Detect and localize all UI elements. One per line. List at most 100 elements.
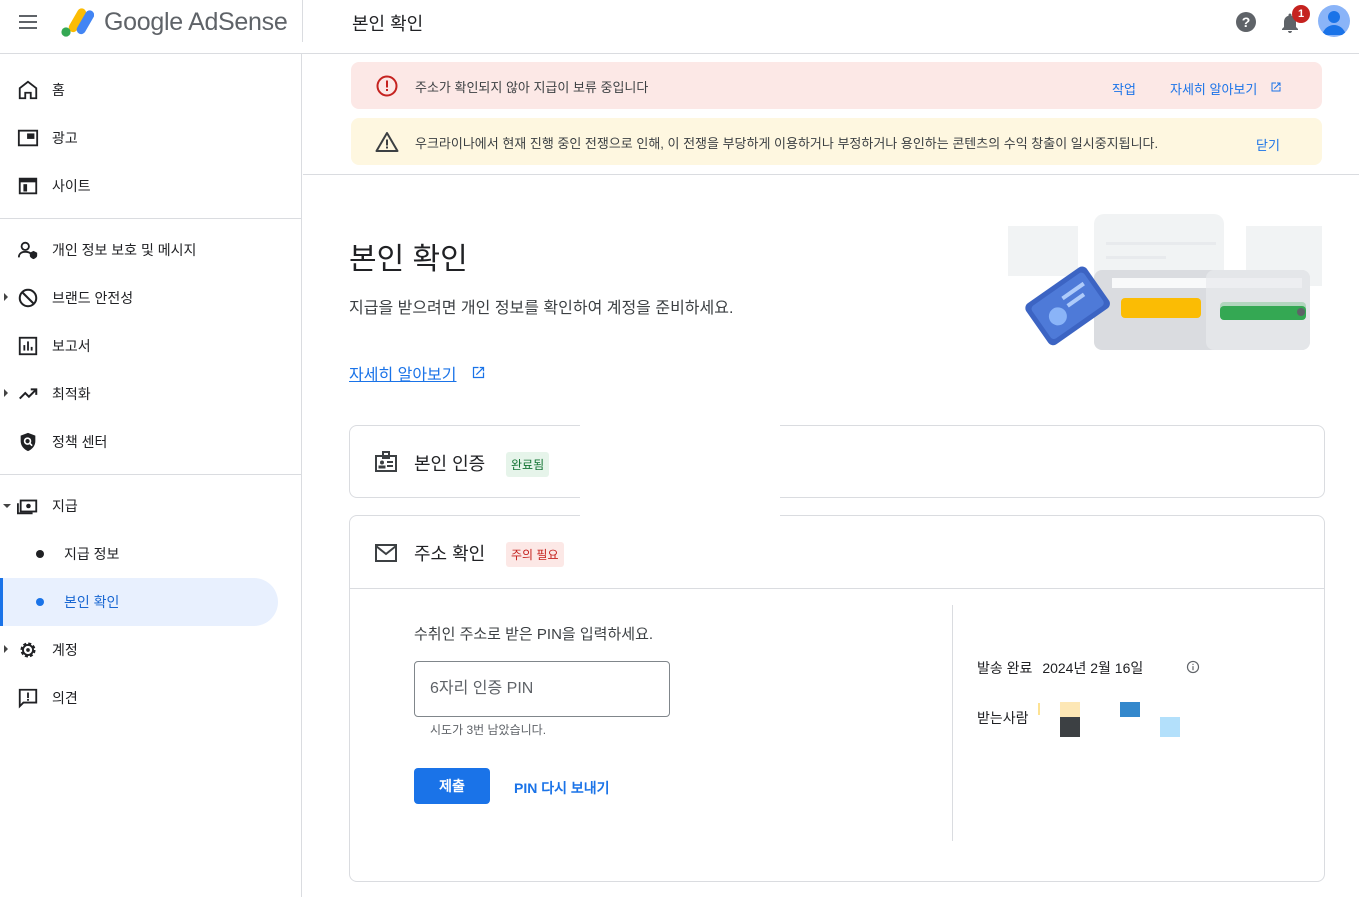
status-badge: 완료됨	[506, 452, 550, 477]
close-button[interactable]: 닫기	[1256, 135, 1280, 154]
collapse-caret-icon	[3, 504, 11, 508]
sidebar-item-label: 지급	[52, 498, 78, 514]
pin-prompt: 수취인 주소로 받은 PIN을 입력하세요.	[414, 626, 654, 643]
page-title-header: 본인 확인	[352, 14, 424, 34]
redacted-block	[1160, 717, 1180, 737]
ads-icon	[17, 129, 39, 147]
top-app-bar: Google AdSense 본인 확인 ? 1	[0, 0, 1359, 54]
sidebar-divider	[0, 218, 301, 219]
expand-caret-icon	[4, 293, 8, 301]
sidebar-item-payment-info[interactable]: 지급 정보	[0, 530, 278, 578]
expand-caret-icon	[4, 389, 8, 397]
sent-date: 2024년 2월 16일	[1042, 660, 1144, 676]
menu-button[interactable]	[14, 10, 44, 34]
open-in-new-icon	[1271, 82, 1281, 92]
sidebar-item-label: 보고서	[52, 338, 91, 354]
open-in-new-icon	[472, 366, 485, 379]
warning-icon	[375, 132, 399, 152]
learn-more-link[interactable]: 자세히 알아보기	[1170, 79, 1257, 98]
privacy-user-icon	[17, 241, 38, 260]
page-description: 지급을 받으려면 개인 정보를 확인하여 계정을 준비하세요.	[349, 300, 734, 317]
sidebar-item-label: 최적화	[52, 386, 91, 402]
sidebar-item-brand-safety[interactable]: 브랜드 안전성	[0, 274, 278, 322]
error-icon	[376, 75, 398, 97]
feedback-icon	[18, 688, 38, 709]
sidebar-item-sites[interactable]: 사이트	[0, 162, 278, 210]
sidebar-item-label: 지급 정보	[64, 546, 120, 562]
redacted-block	[1060, 717, 1080, 737]
bullet-icon	[36, 550, 44, 558]
expand-caret-icon	[4, 645, 8, 653]
sidebar-item-label: 정책 센터	[52, 434, 108, 450]
app-name: Google AdSense	[104, 7, 288, 36]
sidebar-item-label: 의견	[52, 690, 78, 706]
sidebar-item-home[interactable]: 홈	[0, 66, 278, 114]
sidebar-item-label: 사이트	[52, 178, 91, 194]
mail-icon	[375, 544, 397, 562]
warning-banner: 우크라이나에서 현재 진행 중인 전쟁으로 인해, 이 전쟁을 부당하게 이용하…	[351, 118, 1322, 165]
payment-hold-banner: 주소가 확인되지 않아 지급이 보류 중입니다 작업 자세히 알아보기	[351, 62, 1322, 109]
content-divider	[303, 174, 1359, 175]
redacted-block	[1060, 702, 1080, 717]
block-icon	[18, 288, 38, 308]
vertical-divider	[952, 605, 953, 841]
sidebar-item-optimization[interactable]: 최적화	[0, 370, 278, 418]
home-icon	[18, 80, 38, 100]
sidebar-item-label: 개인 정보 보호 및 메시지	[52, 242, 197, 258]
redacted-block	[1120, 702, 1140, 717]
sidebar-item-label: 브랜드 안전성	[52, 290, 134, 306]
account-icon	[1322, 11, 1346, 35]
attempts-remaining: 시도가 3번 남았습니다.	[430, 723, 547, 737]
adsense-logo[interactable]: Google AdSense	[60, 4, 288, 40]
sidebar-item-policy-center[interactable]: 정책 센터	[0, 418, 278, 466]
avatar[interactable]	[1318, 5, 1350, 37]
sidebar-divider	[0, 474, 301, 475]
banner-text: 우크라이나에서 현재 진행 중인 전쟁으로 인해, 이 전쟁을 부당하게 이용하…	[415, 136, 1159, 151]
wallet-illustration	[1008, 214, 1322, 350]
help-icon[interactable]: ?	[1234, 10, 1258, 34]
bullet-icon	[36, 598, 44, 606]
adsense-logo-icon	[61, 8, 94, 37]
sidebar-item-label: 계정	[52, 642, 78, 658]
recipient-label: 받는사람	[977, 710, 1029, 726]
header-divider	[302, 0, 303, 42]
gear-icon	[20, 642, 36, 658]
sent-status: 발송 완료 2024년 2월 16일	[977, 658, 1143, 678]
sidebar-item-feedback[interactable]: 의견	[0, 674, 278, 722]
sites-icon	[18, 177, 38, 195]
sidebar-item-privacy-messaging[interactable]: 개인 정보 보호 및 메시지	[0, 226, 278, 274]
action-button[interactable]: 작업	[1112, 79, 1136, 98]
sidebar-item-verification[interactable]: 본인 확인	[0, 578, 278, 626]
reports-icon	[18, 336, 38, 356]
trending-up-icon	[19, 388, 38, 400]
identity-verification-card: 본인 인증 완료됨	[349, 425, 1325, 498]
sent-label: 발송 완료	[977, 660, 1033, 676]
card-title: 주소 확인	[414, 544, 486, 564]
sidebar-item-label: 홈	[52, 82, 65, 98]
submit-button[interactable]: 제출	[414, 768, 490, 804]
card-title: 본인 인증	[414, 454, 486, 474]
sidebar-item-payments[interactable]: 지급	[0, 482, 278, 530]
sidebar-item-account[interactable]: 계정	[0, 626, 278, 674]
page-title: 본인 확인	[349, 243, 468, 276]
sidebar-item-label: 본인 확인	[64, 594, 120, 610]
info-icon[interactable]	[1186, 660, 1200, 674]
resend-pin-button[interactable]: PIN 다시 보내기	[514, 778, 610, 798]
banner-text: 주소가 확인되지 않아 지급이 보류 중입니다	[415, 80, 649, 95]
sidebar-item-reports[interactable]: 보고서	[0, 322, 278, 370]
status-badge: 주의 필요	[506, 542, 564, 567]
svg-text:?: ?	[1242, 14, 1251, 30]
id-card-icon	[375, 451, 397, 472]
sidebar-item-label: 광고	[52, 130, 78, 146]
sidebar: 홈 광고 사이트 개인 정보 보호 및 메시지 브랜드 안전성 보고서 최적화 …	[0, 54, 302, 897]
card-divider	[350, 588, 1324, 589]
learn-more-link[interactable]: 자세히 알아보기	[349, 361, 457, 385]
payments-icon	[17, 499, 38, 515]
sidebar-item-ads[interactable]: 광고	[0, 114, 278, 162]
pin-input[interactable]	[414, 661, 670, 717]
active-indicator	[0, 578, 3, 626]
notification-badge: 1	[1292, 5, 1310, 23]
policy-shield-icon	[20, 432, 36, 452]
redacted-block	[1038, 703, 1040, 715]
redacted-area	[580, 418, 780, 518]
